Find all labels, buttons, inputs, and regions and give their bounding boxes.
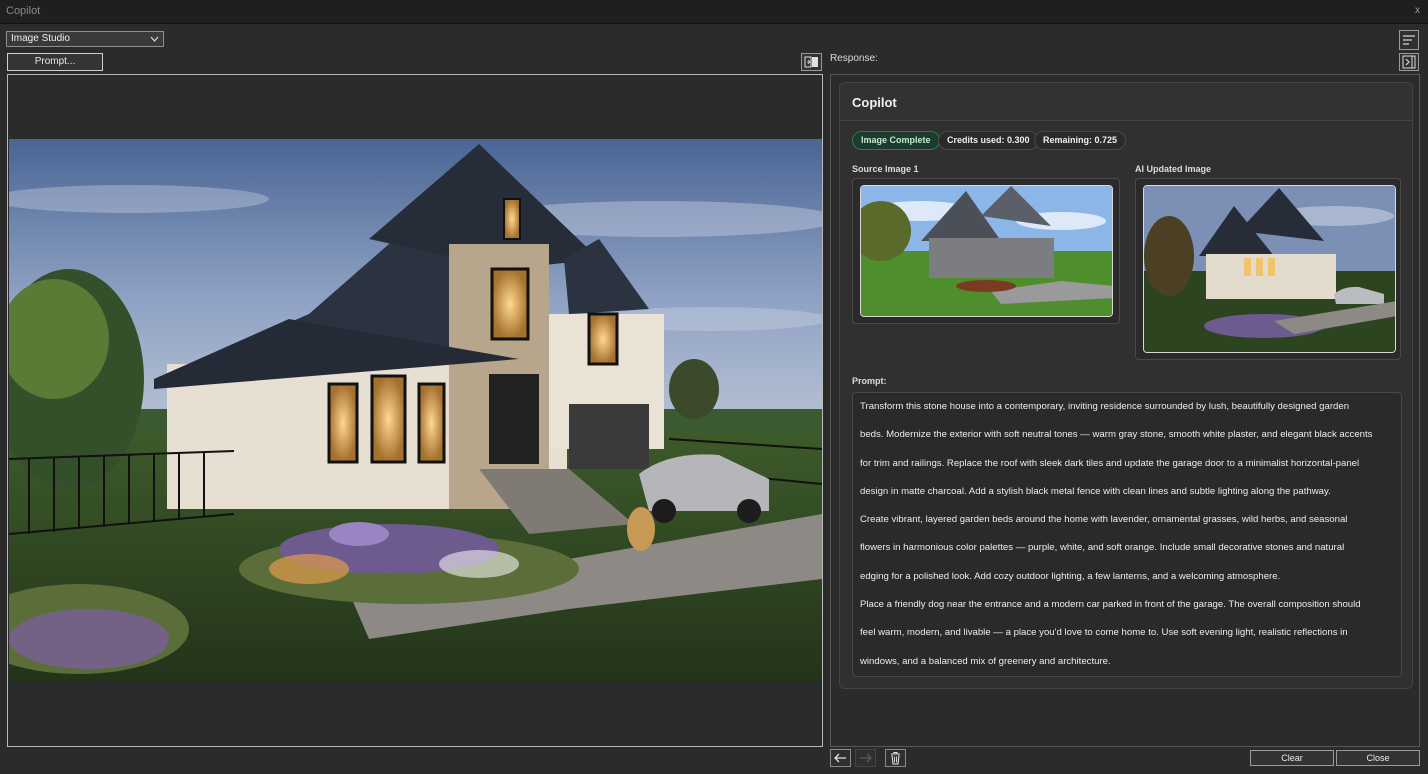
arrow-left-icon bbox=[834, 753, 846, 763]
updated-image-frame bbox=[1135, 178, 1401, 360]
prompt-line: edging for a polished look. Add cozy out… bbox=[860, 570, 1281, 582]
chevron-down-icon bbox=[150, 36, 159, 42]
remaining-badge: Remaining: 0.725 bbox=[1034, 131, 1127, 150]
mode-select-value: Image Studio bbox=[11, 33, 70, 44]
back-button[interactable] bbox=[830, 749, 851, 767]
title-bar: Copilot x bbox=[0, 0, 1428, 24]
main-image-view[interactable] bbox=[7, 74, 823, 747]
compare-toggle-button[interactable] bbox=[801, 53, 822, 71]
prompt-line: windows, and a balanced mix of greenery … bbox=[860, 655, 1111, 667]
arrow-right-icon bbox=[860, 753, 872, 763]
prompt-label: Prompt: bbox=[852, 376, 887, 386]
generated-house-image bbox=[9, 139, 822, 682]
window-title: Copilot bbox=[6, 5, 41, 17]
updated-image-thumbnail[interactable] bbox=[1143, 185, 1396, 353]
forward-button[interactable] bbox=[855, 749, 876, 767]
status-badge: Image Complete bbox=[852, 131, 940, 150]
source-image-frame bbox=[852, 178, 1120, 324]
response-pane: Copilot Image Complete Credits used: 0.3… bbox=[830, 74, 1420, 747]
split-compare-icon bbox=[804, 56, 818, 68]
card-header bbox=[840, 83, 1412, 121]
response-label: Response: bbox=[830, 53, 878, 64]
prompt-line: Transform this stone house into a contem… bbox=[860, 401, 1350, 412]
sort-lines-button[interactable] bbox=[1399, 30, 1419, 50]
prompt-line: design in matte charcoal. Add a stylish … bbox=[860, 485, 1331, 497]
updated-image-label: AI Updated Image bbox=[1135, 164, 1212, 174]
source-image-label: Source Image 1 bbox=[852, 164, 919, 174]
close-button[interactable]: Close bbox=[1336, 750, 1420, 766]
source-image-thumbnail[interactable] bbox=[860, 185, 1113, 317]
mode-select[interactable]: Image Studio bbox=[6, 31, 164, 47]
prompt-line: Place a friendly dog near the entrance a… bbox=[860, 599, 1361, 611]
collapse-panel-icon bbox=[1402, 55, 1416, 69]
copilot-response-card: Copilot Image Complete Credits used: 0.3… bbox=[839, 82, 1413, 689]
prompt-line: feel warm, modern, and livable — a place… bbox=[860, 627, 1348, 639]
prompt-text-box[interactable]: Transform this stone house into a contem… bbox=[852, 392, 1402, 677]
window-close-button[interactable]: x bbox=[1415, 5, 1420, 16]
clear-button[interactable]: Clear bbox=[1250, 750, 1334, 766]
collapse-panel-button[interactable] bbox=[1399, 53, 1419, 71]
card-title: Copilot bbox=[852, 95, 897, 110]
prompt-line: beds. Modernize the exterior with soft n… bbox=[860, 429, 1373, 441]
prompt-line: flowers in harmonious color palettes — p… bbox=[860, 542, 1345, 554]
trash-icon bbox=[891, 751, 900, 765]
sort-lines-icon bbox=[1403, 35, 1415, 45]
delete-button[interactable] bbox=[885, 749, 906, 767]
prompt-line: for trim and railings. Replace the roof … bbox=[860, 457, 1360, 469]
prompt-line: Create vibrant, layered garden beds arou… bbox=[860, 514, 1348, 526]
prompt-button[interactable]: Prompt... bbox=[7, 53, 103, 71]
credits-used-badge: Credits used: 0.300 bbox=[938, 131, 1039, 150]
